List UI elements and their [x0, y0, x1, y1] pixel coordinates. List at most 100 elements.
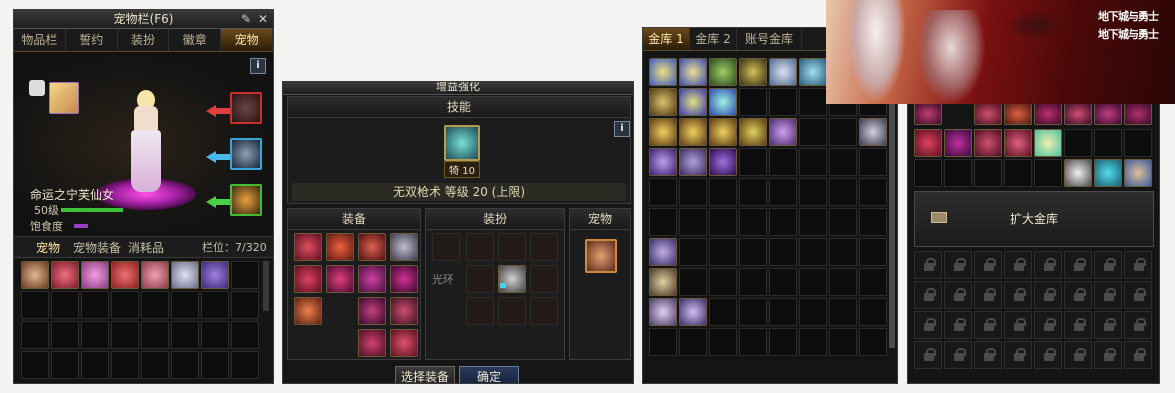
vault-item[interactable]: [709, 88, 737, 116]
close-icon[interactable]: ✕: [258, 10, 268, 28]
vault-item[interactable]: [649, 268, 677, 296]
empty-slot[interactable]: [51, 291, 79, 319]
empty-slot[interactable]: [799, 88, 827, 116]
pet-skill-slot-red[interactable]: [230, 92, 262, 124]
empty-slot[interactable]: [739, 268, 767, 296]
tab-pet[interactable]: 宠物: [221, 29, 273, 51]
empty-slot[interactable]: [649, 208, 677, 236]
empty-slot[interactable]: [81, 321, 109, 349]
account-vault-item[interactable]: [1124, 103, 1152, 125]
empty-slot[interactable]: [829, 178, 857, 206]
avatar-slot[interactable]: [530, 297, 558, 325]
empty-slot[interactable]: [111, 291, 139, 319]
empty-slot[interactable]: [111, 321, 139, 349]
empty-slot[interactable]: [709, 298, 737, 326]
tab-inventory[interactable]: 物品栏: [14, 29, 66, 51]
empty-slot[interactable]: [231, 291, 259, 319]
empty-slot[interactable]: [1124, 129, 1152, 157]
avatar-slot[interactable]: [466, 297, 494, 325]
empty-slot[interactable]: [709, 178, 737, 206]
pet-slot[interactable]: [171, 261, 199, 289]
empty-slot[interactable]: [974, 159, 1002, 187]
empty-slot[interactable]: [829, 268, 857, 296]
avatar-slot[interactable]: [498, 297, 526, 325]
account-vault-item[interactable]: [974, 103, 1002, 125]
empty-slot[interactable]: [799, 178, 827, 206]
vault-item[interactable]: [709, 58, 737, 86]
expand-vault-button[interactable]: 扩大金库: [914, 191, 1154, 247]
equip-slot[interactable]: [326, 233, 354, 261]
account-vault-item[interactable]: [914, 129, 942, 157]
empty-slot[interactable]: [1004, 159, 1032, 187]
pet-window-titlebar[interactable]: 宠物栏(F6) ✎ ✕: [14, 10, 273, 29]
pet-skill-slot-green[interactable]: [230, 184, 262, 216]
sub-tab-pet[interactable]: 宠物: [36, 239, 60, 256]
account-vault-item[interactable]: [1004, 129, 1032, 157]
empty-slot[interactable]: [111, 351, 139, 379]
sub-tab-pet-equip[interactable]: 宠物装备: [73, 239, 121, 256]
skill-icon[interactable]: [444, 125, 480, 161]
vault-item[interactable]: [739, 58, 767, 86]
empty-slot[interactable]: [769, 328, 797, 356]
equip-slot[interactable]: [294, 265, 322, 293]
empty-slot[interactable]: [769, 298, 797, 326]
empty-slot[interactable]: [1064, 129, 1092, 157]
empty-slot[interactable]: [769, 88, 797, 116]
empty-slot[interactable]: [709, 328, 737, 356]
tab-avatar[interactable]: 装扮: [118, 29, 170, 51]
vault-item[interactable]: [679, 118, 707, 146]
avatar-slot[interactable]: [530, 233, 558, 261]
empty-slot[interactable]: [739, 328, 767, 356]
empty-slot[interactable]: [769, 238, 797, 266]
empty-slot[interactable]: [739, 178, 767, 206]
empty-slot[interactable]: [769, 208, 797, 236]
pet-slot[interactable]: [111, 261, 139, 289]
equip-slot[interactable]: [358, 329, 386, 357]
empty-slot[interactable]: [829, 298, 857, 326]
sub-tab-consumable[interactable]: 消耗品: [128, 239, 164, 256]
empty-slot[interactable]: [679, 238, 707, 266]
equip-slot[interactable]: [358, 297, 386, 325]
equip-slot[interactable]: [358, 265, 386, 293]
pet-grid-scrollbar[interactable]: [263, 261, 269, 311]
equip-slot[interactable]: [326, 265, 354, 293]
vault-item[interactable]: [679, 298, 707, 326]
empty-slot[interactable]: [739, 88, 767, 116]
empty-slot[interactable]: [859, 328, 887, 356]
vault-item[interactable]: [769, 58, 797, 86]
empty-slot[interactable]: [709, 268, 737, 296]
pin-icon[interactable]: ✎: [241, 10, 251, 28]
empty-slot[interactable]: [231, 321, 259, 349]
avatar-slot[interactable]: [466, 233, 494, 261]
empty-slot[interactable]: [799, 238, 827, 266]
vault-item[interactable]: [679, 148, 707, 176]
info-icon[interactable]: i: [250, 58, 266, 74]
empty-slot[interactable]: [859, 238, 887, 266]
vault-item[interactable]: [649, 88, 677, 116]
empty-slot[interactable]: [81, 351, 109, 379]
tab-account-vault[interactable]: 账号金库: [737, 28, 802, 50]
equip-slot[interactable]: [294, 233, 322, 261]
empty-slot[interactable]: [859, 298, 887, 326]
empty-slot[interactable]: [739, 148, 767, 176]
empty-slot[interactable]: [799, 118, 827, 146]
select-equipment-button[interactable]: 选择装备: [395, 366, 455, 383]
vault-item[interactable]: [739, 118, 767, 146]
vault-item[interactable]: [769, 118, 797, 146]
empty-slot[interactable]: [1034, 159, 1062, 187]
avatar-equipped-slot[interactable]: [498, 265, 526, 293]
account-vault-item[interactable]: [1064, 103, 1092, 125]
empty-slot[interactable]: [679, 178, 707, 206]
info-icon[interactable]: i: [614, 121, 630, 137]
empty-slot[interactable]: [21, 291, 49, 319]
vault-item[interactable]: [649, 118, 677, 146]
equip-slot[interactable]: [358, 233, 386, 261]
account-vault-item[interactable]: [1094, 103, 1122, 125]
equip-slot[interactable]: [390, 265, 418, 293]
empty-slot[interactable]: [769, 268, 797, 296]
vault-item[interactable]: [649, 148, 677, 176]
equip-slot[interactable]: [390, 297, 418, 325]
empty-slot[interactable]: [829, 118, 857, 146]
equip-slot[interactable]: [390, 329, 418, 357]
empty-slot[interactable]: [709, 208, 737, 236]
